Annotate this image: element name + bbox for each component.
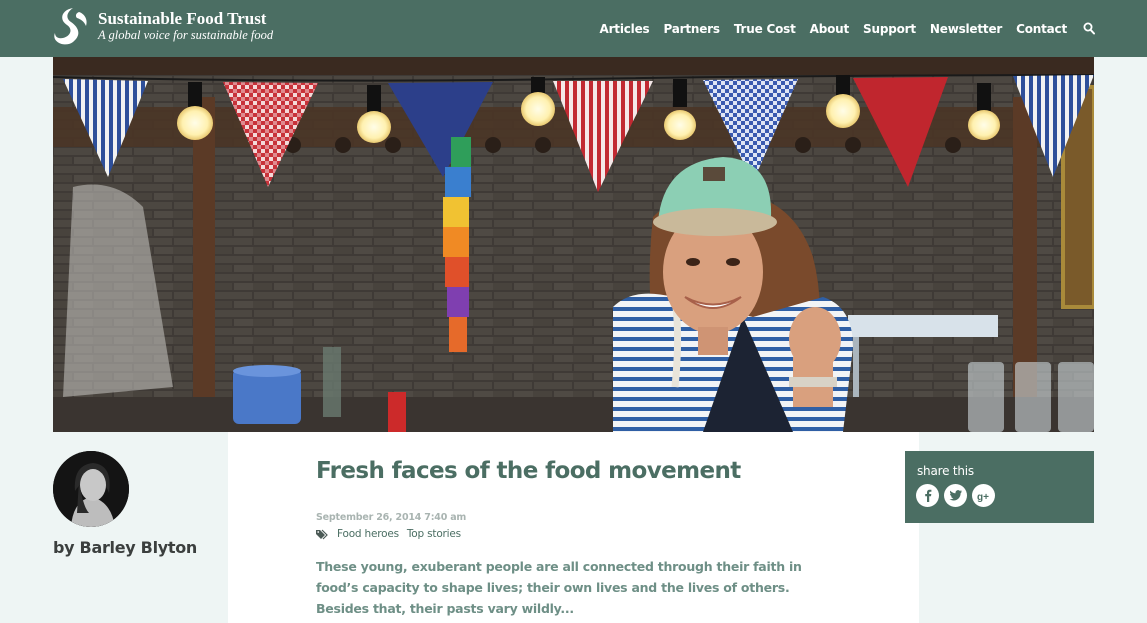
author-avatar[interactable] xyxy=(53,451,129,527)
facebook-share-button[interactable] xyxy=(916,484,939,507)
svg-text:g+: g+ xyxy=(977,492,989,502)
article-excerpt: These young, exuberant people are all co… xyxy=(316,559,802,616)
nav-item-newsletter[interactable]: Newsletter xyxy=(930,22,1002,36)
twitter-share-button[interactable] xyxy=(944,484,967,507)
main-nav: Articles Partners True Cost About Suppor… xyxy=(586,20,1095,37)
nav-item-contact[interactable]: Contact xyxy=(1016,22,1067,36)
brand-tagline: A global voice for sustainable food xyxy=(98,28,274,42)
nav-item-about[interactable]: About xyxy=(810,22,850,36)
facebook-icon xyxy=(924,489,931,502)
share-box: share this g+ xyxy=(905,451,1094,523)
search-icon[interactable] xyxy=(1083,22,1095,35)
nav-item-partners[interactable]: Partners xyxy=(663,22,720,36)
article-title: Fresh faces of the food movement xyxy=(316,458,741,484)
brand-name[interactable]: Sustainable Food Trust xyxy=(98,9,266,29)
nav-item-true-cost[interactable]: True Cost xyxy=(734,22,796,36)
site-header: Sustainable Food Trust A global voice fo… xyxy=(0,0,1147,57)
author-byline[interactable]: by Barley Blyton xyxy=(53,538,197,557)
tag-icon xyxy=(316,529,328,539)
tag-top-stories[interactable]: Top stories xyxy=(407,528,461,540)
share-label: share this xyxy=(917,464,974,478)
google-plus-share-button[interactable]: g+ xyxy=(972,484,995,507)
hero-image xyxy=(53,57,1094,432)
twitter-icon xyxy=(949,490,962,501)
tag-food-heroes[interactable]: Food heroes xyxy=(337,528,399,540)
nav-item-support[interactable]: Support xyxy=(863,22,916,36)
article-tags: Food heroes Top stories xyxy=(316,528,469,540)
nav-item-articles[interactable]: Articles xyxy=(600,22,650,36)
google-plus-icon: g+ xyxy=(977,492,989,502)
article-card: Fresh faces of the food movement Septemb… xyxy=(228,432,919,623)
article-date: September 26, 2014 7:40 am xyxy=(316,512,467,523)
logo-icon[interactable] xyxy=(53,6,89,46)
